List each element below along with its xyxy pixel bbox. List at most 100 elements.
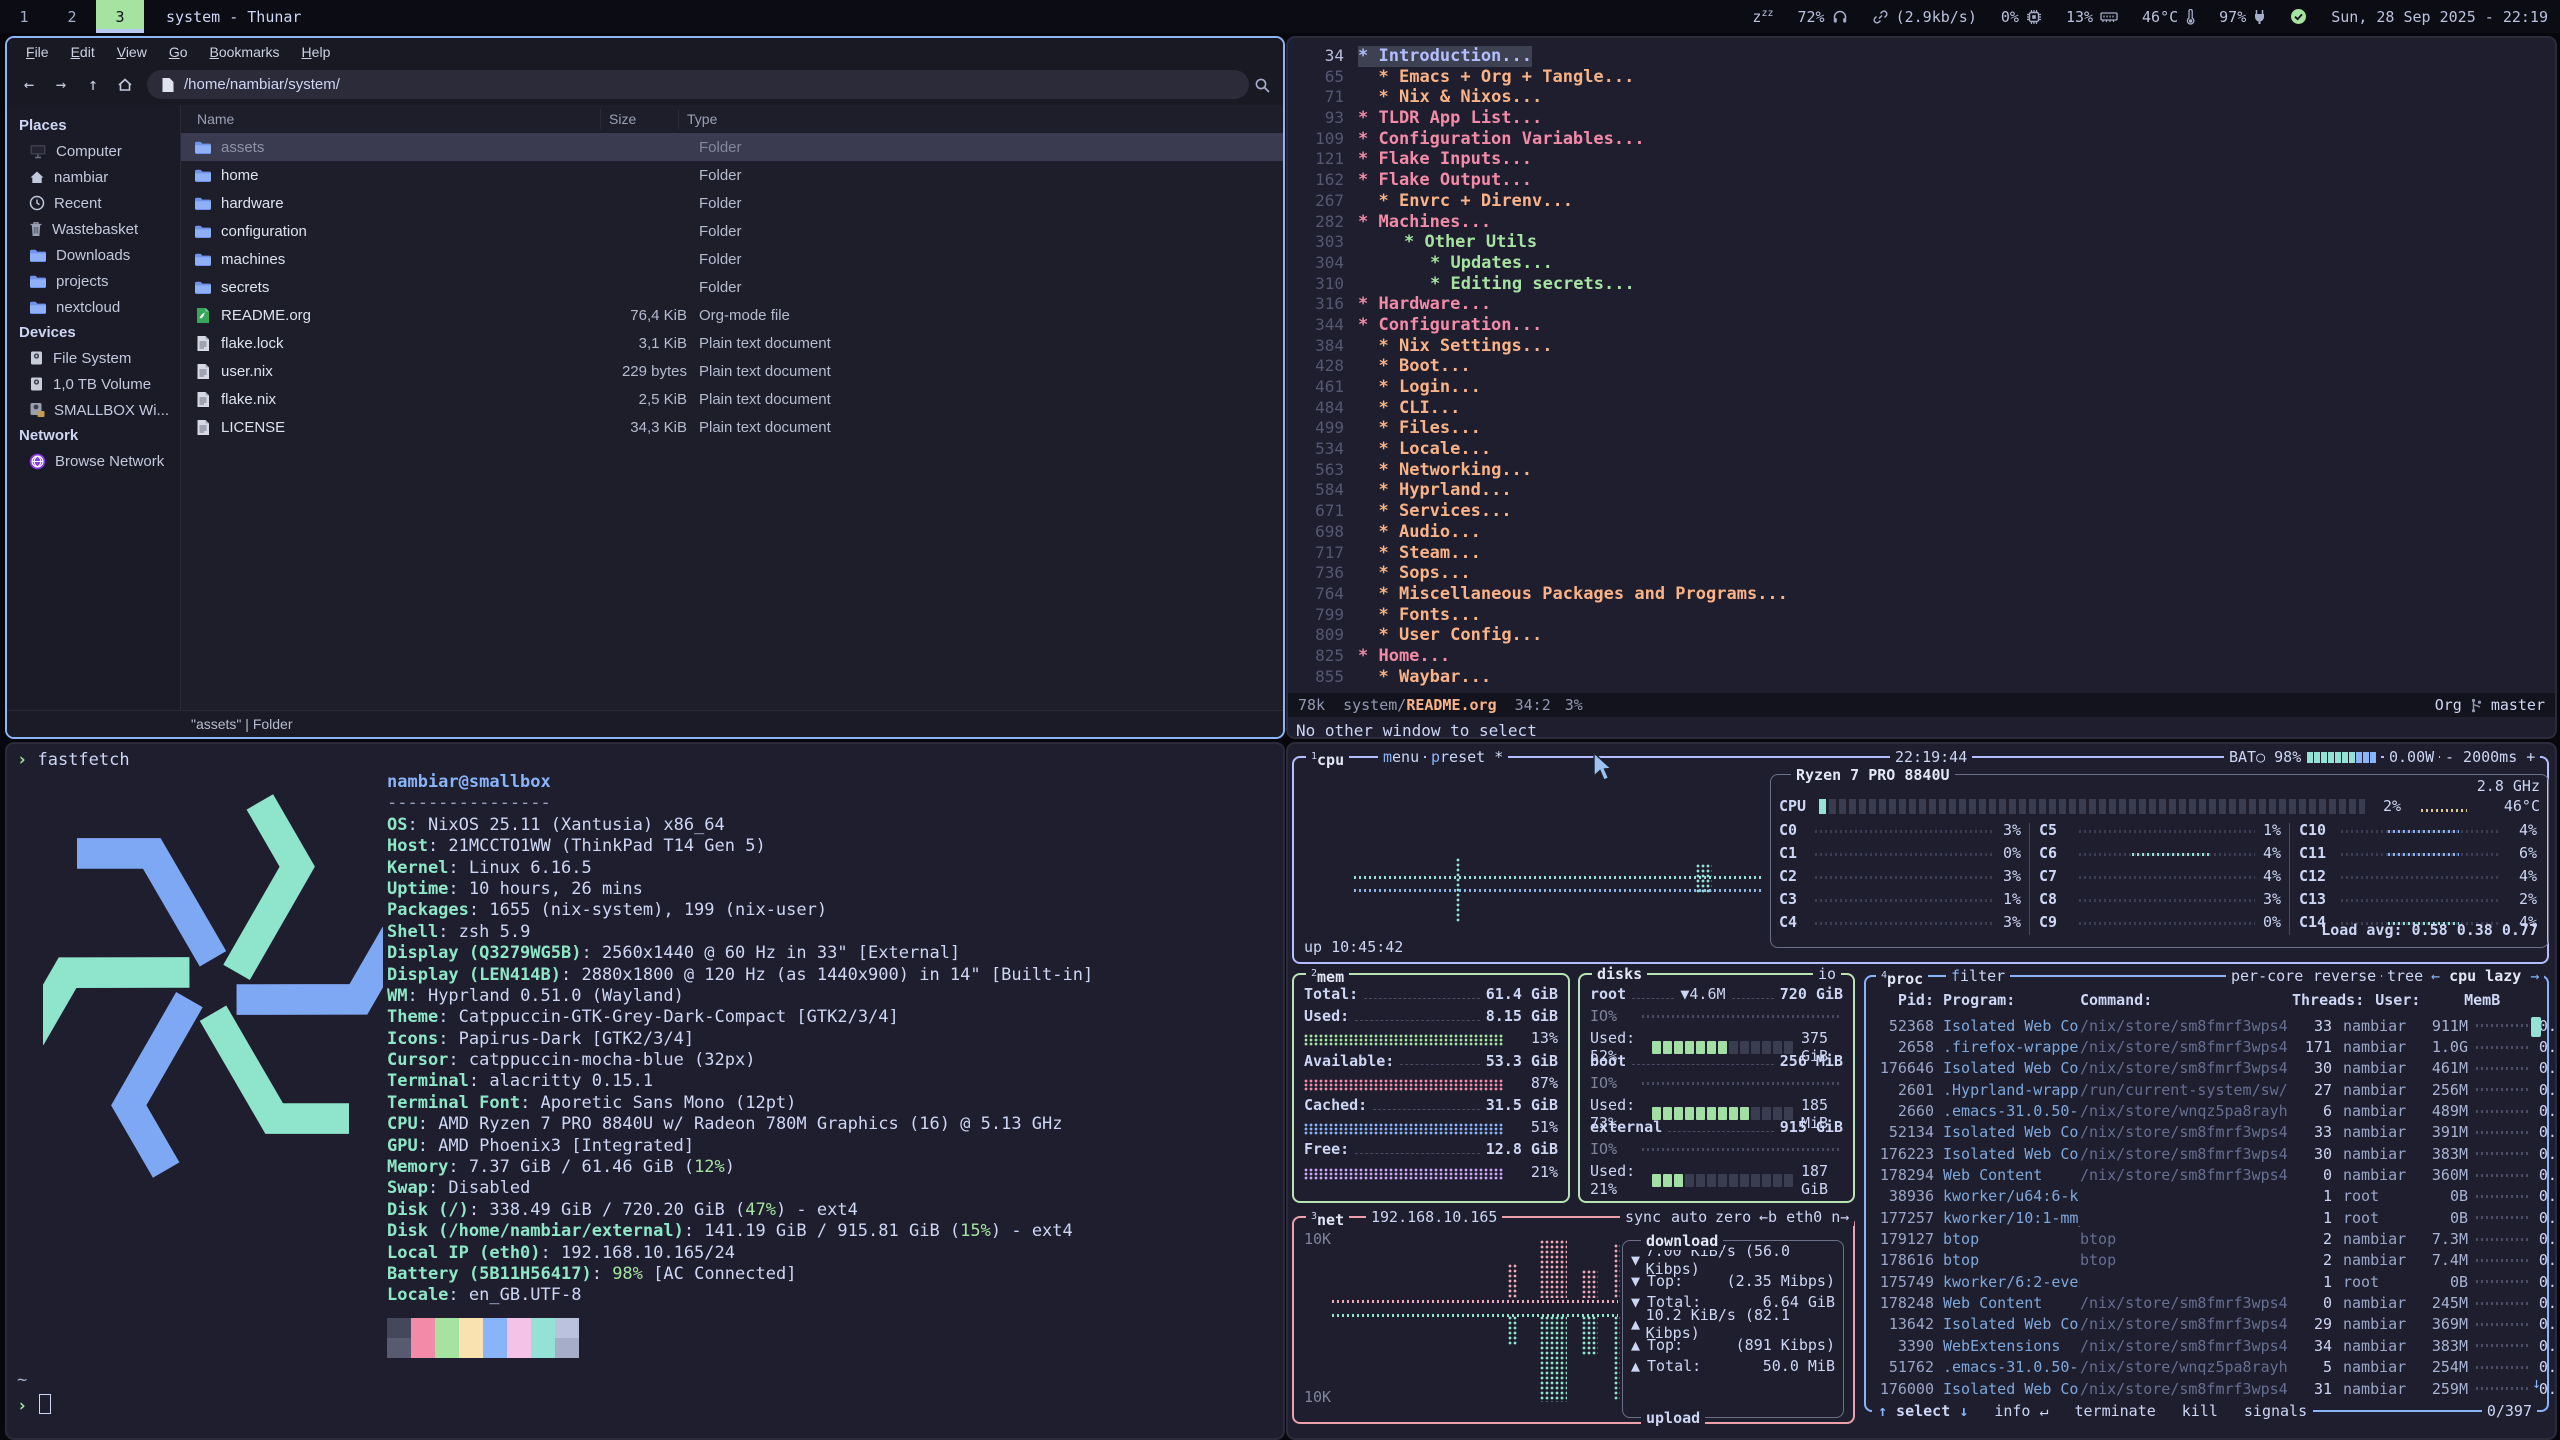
- org-heading-line[interactable]: 121* Flake Inputs...: [1296, 149, 2551, 170]
- org-heading-line[interactable]: 671* Services...: [1296, 501, 2551, 522]
- org-heading-line[interactable]: 162* Flake Output...: [1296, 170, 2551, 191]
- home-button[interactable]: [111, 71, 139, 99]
- sidebar-item-nambiar[interactable]: nambiar: [7, 164, 180, 190]
- org-heading-line[interactable]: 809* User Config...: [1296, 625, 2551, 646]
- reverse-toggle[interactable]: reverse: [2308, 967, 2381, 985]
- sort-selector[interactable]: ← cpu lazy →: [2426, 967, 2544, 985]
- org-heading-line[interactable]: 584* Hyprland...: [1296, 480, 2551, 501]
- org-heading-line[interactable]: 267* Envrc + Direnv...: [1296, 191, 2551, 212]
- column-type[interactable]: Type: [679, 109, 1283, 129]
- org-heading-line[interactable]: 34* Introduction...: [1296, 46, 2551, 67]
- sidebar-item-1-0-tb-volume[interactable]: 1,0 TB Volume: [7, 371, 180, 397]
- org-heading-line[interactable]: 534* Locale...: [1296, 439, 2551, 460]
- org-heading-line[interactable]: 65* Emacs + Org + Tangle...: [1296, 67, 2551, 88]
- org-heading-line[interactable]: 109* Configuration Variables...: [1296, 129, 2551, 150]
- disks-box-label[interactable]: disks: [1592, 965, 1647, 983]
- file-row-hardware[interactable]: hardwareFolder: [181, 189, 1283, 217]
- org-heading-line[interactable]: 855* Waybar...: [1296, 667, 2551, 688]
- net-sync-button[interactable]: sync: [1620, 1208, 1666, 1226]
- process-row[interactable]: 178294Web Content/nix/store/sm8fmrf3wps4…: [1872, 1164, 2542, 1185]
- workspace-1[interactable]: 1: [0, 0, 48, 33]
- path-bar[interactable]: /home/nambiar/system/: [147, 70, 1249, 99]
- shell-prompt[interactable]: ›: [17, 1394, 51, 1417]
- file-row-assets[interactable]: assetsFolder: [181, 133, 1283, 161]
- org-heading-line[interactable]: 764* Miscellaneous Packages and Programs…: [1296, 584, 2551, 605]
- net-zero-button[interactable]: zero: [1710, 1208, 1756, 1226]
- org-heading-line[interactable]: 384* Nix Settings...: [1296, 336, 2551, 357]
- org-heading-line[interactable]: 717* Steam...: [1296, 543, 2551, 564]
- forward-button[interactable]: →: [47, 71, 75, 99]
- terminate-button[interactable]: terminate: [2075, 1402, 2156, 1420]
- process-row[interactable]: 52368Isolated Web Co/nix/store/sm8fmrf3w…: [1872, 1015, 2542, 1036]
- sidebar-item-wastebasket[interactable]: Wastebasket: [7, 216, 180, 242]
- menu-bookmarks[interactable]: Bookmarks: [199, 38, 291, 66]
- kill-button[interactable]: kill: [2182, 1402, 2218, 1420]
- process-row[interactable]: 176000Isolated Web Co/nix/store/sm8fmrf3…: [1872, 1378, 2542, 1399]
- select-hint[interactable]: ↑ select ↓: [1878, 1402, 1968, 1420]
- process-row[interactable]: 3390WebExtensions/nix/store/sm8fmrf3wps4…: [1872, 1335, 2542, 1356]
- org-heading-line[interactable]: 71* Nix & Nixos...: [1296, 87, 2551, 108]
- org-heading-line[interactable]: 461* Login...: [1296, 377, 2551, 398]
- net-box-label[interactable]: 3net: [1306, 1208, 1349, 1229]
- info-button[interactable]: info ↵: [1994, 1402, 2048, 1420]
- sidebar-item-computer[interactable]: Computer: [7, 138, 180, 164]
- signals-button[interactable]: signals: [2244, 1402, 2307, 1420]
- file-row-machines[interactable]: machinesFolder: [181, 245, 1283, 273]
- org-heading-line[interactable]: 428* Boot...: [1296, 356, 2551, 377]
- org-heading-line[interactable]: 282* Machines...: [1296, 212, 2551, 233]
- file-row-flake-nix[interactable]: flake.nix2,5 KiBPlain text document: [181, 385, 1283, 413]
- org-heading-line[interactable]: 484* CLI...: [1296, 398, 2551, 419]
- proc-box-label[interactable]: 4proc: [1876, 967, 1928, 988]
- menu-view[interactable]: View: [106, 38, 158, 66]
- org-heading-line[interactable]: 303* Other Utils: [1296, 232, 2551, 253]
- menu-go[interactable]: Go: [158, 38, 199, 66]
- sidebar-item-browse-network[interactable]: Browse Network: [7, 448, 180, 474]
- file-row-user-nix[interactable]: user.nix229 bytesPlain text document: [181, 357, 1283, 385]
- back-button[interactable]: ←: [15, 71, 43, 99]
- org-heading-line[interactable]: 93* TLDR App List...: [1296, 108, 2551, 129]
- menu-file[interactable]: File: [15, 38, 60, 66]
- process-row[interactable]: 176223Isolated Web Co/nix/store/sm8fmrf3…: [1872, 1143, 2542, 1164]
- update-interval[interactable]: - 2000ms +: [2440, 748, 2540, 766]
- file-row-secrets[interactable]: secretsFolder: [181, 273, 1283, 301]
- org-heading-line[interactable]: 344* Configuration...: [1296, 315, 2551, 336]
- file-row-readme-org[interactable]: README.org76,4 KiBOrg-mode file: [181, 301, 1283, 329]
- up-button[interactable]: ↑: [79, 71, 107, 99]
- filter-button[interactable]: filter: [1946, 967, 2010, 985]
- search-button[interactable]: [1249, 72, 1275, 98]
- process-row[interactable]: 178616btopbtop2nambiar7.4M0.0: [1872, 1250, 2542, 1271]
- process-row[interactable]: 176646Isolated Web Co/nix/store/sm8fmrf3…: [1872, 1058, 2542, 1079]
- file-row-flake-lock[interactable]: flake.lock3,1 KiBPlain text document: [181, 329, 1283, 357]
- org-heading-line[interactable]: 499* Files...: [1296, 418, 2551, 439]
- process-row[interactable]: 177257kworker/10:1-mm_1root0B0.0: [1872, 1207, 2542, 1228]
- menu-help[interactable]: Help: [291, 38, 342, 66]
- workspace-3[interactable]: 3: [96, 0, 144, 33]
- proc-scrollbar[interactable]: [2531, 1017, 2541, 1037]
- workspace-2[interactable]: 2: [48, 0, 96, 33]
- process-row[interactable]: 2601.Hyprland-wrapp/run/current-system/s…: [1872, 1079, 2542, 1100]
- sidebar-item-nextcloud[interactable]: nextcloud: [7, 294, 180, 320]
- sidebar-item-file-system[interactable]: File System: [7, 345, 180, 371]
- process-row[interactable]: 2658.firefox-wrappe/nix/store/sm8fmrf3wp…: [1872, 1036, 2542, 1057]
- process-row[interactable]: 175749kworker/6:2-even1root0B0.0: [1872, 1271, 2542, 1292]
- mem-box-label[interactable]: 2mem: [1306, 965, 1349, 986]
- io-toggle[interactable]: io: [1813, 965, 1841, 983]
- column-size[interactable]: Size: [601, 109, 679, 129]
- org-heading-line[interactable]: 316* Hardware...: [1296, 294, 2551, 315]
- org-heading-line[interactable]: 825* Home...: [1296, 646, 2551, 667]
- sidebar-item-smallbox-wi-[interactable]: SMALLBOX Wi...: [7, 397, 180, 423]
- org-heading-line[interactable]: 698* Audio...: [1296, 522, 2551, 543]
- net-auto-button[interactable]: auto: [1666, 1208, 1712, 1226]
- process-row[interactable]: 51762.emacs-31.0.50-/nix/store/wnqz5pa8r…: [1872, 1357, 2542, 1378]
- process-row[interactable]: 13642Isolated Web Co/nix/store/sm8fmrf3w…: [1872, 1314, 2542, 1335]
- process-row[interactable]: 178248Web Content/nix/store/sm8fmrf3wps4…: [1872, 1292, 2542, 1313]
- preset-button[interactable]: preset *: [1426, 748, 1508, 766]
- cpu-box-label[interactable]: 1cpu: [1306, 748, 1349, 769]
- sidebar-item-recent[interactable]: Recent: [7, 190, 180, 216]
- org-heading-line[interactable]: 563* Networking...: [1296, 460, 2551, 481]
- file-row-license[interactable]: LICENSE34,3 KiBPlain text document: [181, 413, 1283, 441]
- process-row[interactable]: 179127btopbtop2nambiar7.3M0.0: [1872, 1228, 2542, 1249]
- sidebar-item-downloads[interactable]: Downloads: [7, 242, 180, 268]
- file-row-home[interactable]: homeFolder: [181, 161, 1283, 189]
- tree-toggle[interactable]: tree: [2382, 967, 2428, 985]
